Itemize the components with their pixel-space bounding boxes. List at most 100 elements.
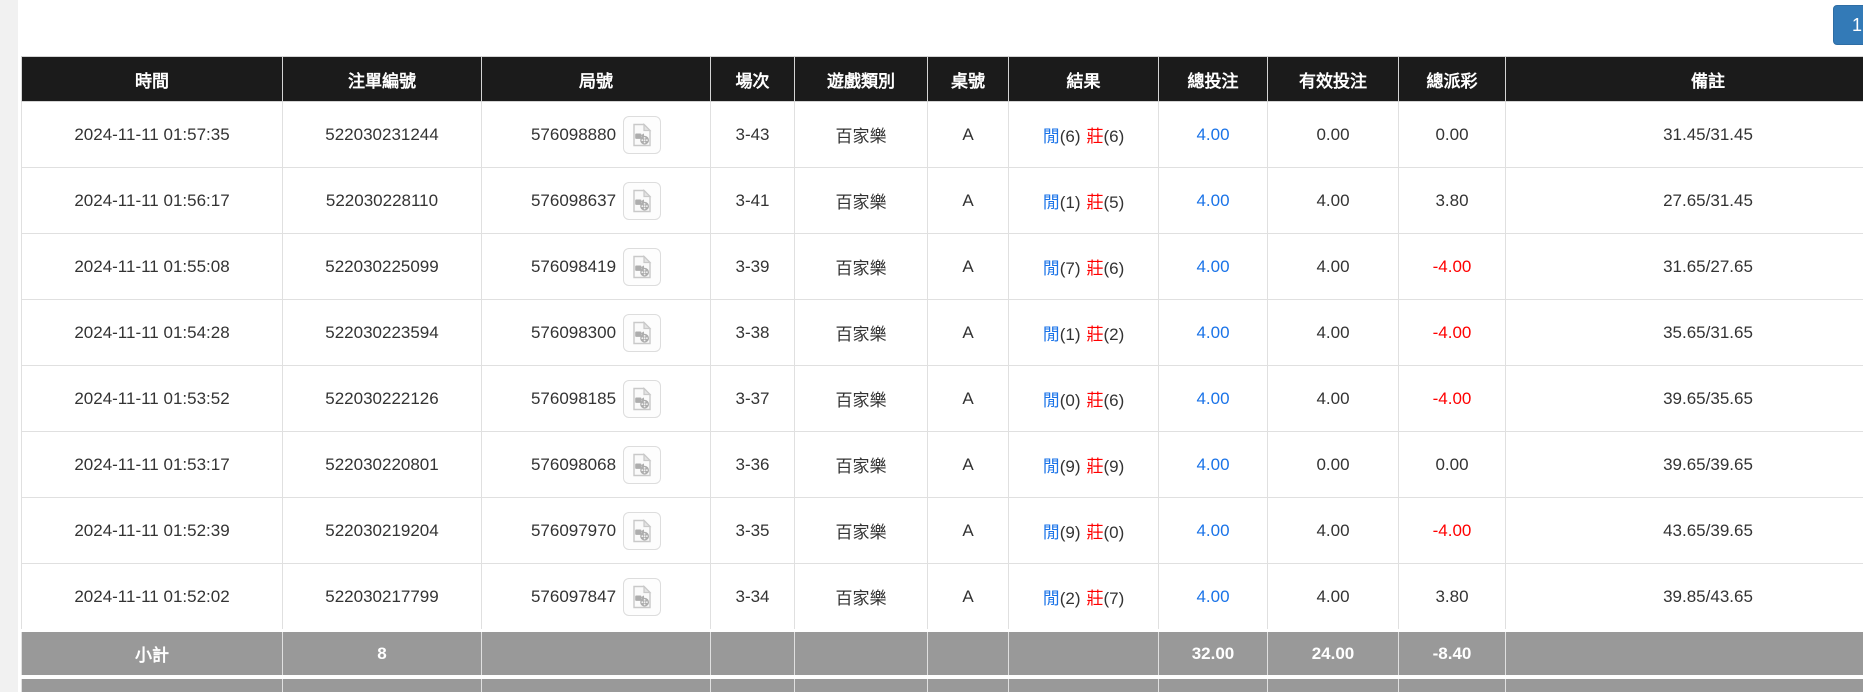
total-bet-link[interactable]: 4.00 bbox=[1196, 587, 1229, 606]
banker-result-score: (7) bbox=[1104, 589, 1125, 608]
banker-result-label: 莊 bbox=[1087, 523, 1104, 542]
video-replay-button[interactable] bbox=[623, 116, 661, 154]
cell-result: 閒(1)莊(2) bbox=[1009, 300, 1159, 366]
cell-result: 閒(7)莊(6) bbox=[1009, 234, 1159, 300]
cell-valid-bet: 4.00 bbox=[1268, 300, 1399, 366]
cell-table-no: A bbox=[928, 432, 1009, 498]
col-remark: 備註 bbox=[1506, 57, 1863, 102]
cell-time: 2024-11-11 01:54:28 bbox=[22, 300, 283, 366]
banker-result-score: (0) bbox=[1104, 523, 1125, 542]
cell-game-type: 百家樂 bbox=[795, 564, 928, 631]
player-result-label: 閒 bbox=[1043, 523, 1060, 542]
table-row: 2024-11-11 01:55:08 522030225099 5760984… bbox=[22, 234, 1863, 300]
video-replay-button[interactable] bbox=[623, 182, 661, 220]
cell-remark: 39.85/43.65 bbox=[1506, 564, 1863, 631]
total-bet-link[interactable]: 4.00 bbox=[1196, 323, 1229, 342]
player-result-score: (9) bbox=[1060, 523, 1081, 542]
cell-session: 3-38 bbox=[711, 300, 795, 366]
player-result-label: 閒 bbox=[1043, 325, 1060, 344]
video-replay-button[interactable] bbox=[623, 446, 661, 484]
cell-payout: 3.80 bbox=[1399, 168, 1506, 234]
cell-payout: -4.00 bbox=[1399, 366, 1506, 432]
cell-payout: 3.80 bbox=[1399, 564, 1506, 631]
banker-result-score: (6) bbox=[1104, 259, 1125, 278]
cell-payout: -4.00 bbox=[1399, 234, 1506, 300]
round-id-text: 576098637 bbox=[531, 191, 616, 211]
cell-total-bet: 4.00 bbox=[1159, 300, 1268, 366]
grand-total-row-clipped bbox=[22, 677, 1863, 692]
cell-time: 2024-11-11 01:57:35 bbox=[22, 102, 283, 168]
subtotal-empty-cell bbox=[928, 631, 1009, 678]
header-row: 時間 注單編號 局號 場次 遊戲類別 桌號 結果 總投注 有效投注 總派彩 備註 bbox=[22, 57, 1863, 102]
cell-game-type: 百家樂 bbox=[795, 300, 928, 366]
col-session: 場次 bbox=[711, 57, 795, 102]
pagination-page-1-button[interactable]: 1 bbox=[1833, 5, 1863, 45]
player-result-score: (9) bbox=[1060, 457, 1081, 476]
banker-result-label: 莊 bbox=[1087, 589, 1104, 608]
banker-result-score: (2) bbox=[1104, 325, 1125, 344]
table-row: 2024-11-11 01:56:17 522030228110 5760986… bbox=[22, 168, 1863, 234]
round-id-text: 576098419 bbox=[531, 257, 616, 277]
cell-game-type: 百家樂 bbox=[795, 234, 928, 300]
subtotal-empty-cell bbox=[482, 631, 711, 678]
cell-round-id: 576098880 bbox=[482, 102, 711, 168]
cell-payout: -4.00 bbox=[1399, 498, 1506, 564]
total-bet-link[interactable]: 4.00 bbox=[1196, 191, 1229, 210]
col-game-type: 遊戲類別 bbox=[795, 57, 928, 102]
subtotal-count: 8 bbox=[283, 631, 482, 678]
cell-table-no: A bbox=[928, 102, 1009, 168]
cell-time: 2024-11-11 01:52:39 bbox=[22, 498, 283, 564]
subtotal-total-bet: 32.00 bbox=[1159, 631, 1268, 678]
subtotal-empty-cell bbox=[1506, 631, 1863, 678]
cell-remark: 39.65/39.65 bbox=[1506, 432, 1863, 498]
total-bet-link[interactable]: 4.00 bbox=[1196, 125, 1229, 144]
video-replay-button[interactable] bbox=[623, 314, 661, 352]
player-result-label: 閒 bbox=[1043, 127, 1060, 146]
cell-round-id: 576098185 bbox=[482, 366, 711, 432]
cell-table-no: A bbox=[928, 300, 1009, 366]
cell-session: 3-35 bbox=[711, 498, 795, 564]
video-replay-button[interactable] bbox=[623, 248, 661, 286]
cell-round-id: 576098068 bbox=[482, 432, 711, 498]
cell-bet-id: 522030228110 bbox=[283, 168, 482, 234]
cell-valid-bet: 0.00 bbox=[1268, 432, 1399, 498]
video-file-icon bbox=[630, 321, 654, 345]
cell-round-id: 576098637 bbox=[482, 168, 711, 234]
cell-bet-id: 522030222126 bbox=[283, 366, 482, 432]
video-replay-button[interactable] bbox=[623, 578, 661, 616]
video-replay-button[interactable] bbox=[623, 512, 661, 550]
cell-session: 3-41 bbox=[711, 168, 795, 234]
cell-time: 2024-11-11 01:52:02 bbox=[22, 564, 283, 631]
total-bet-link[interactable]: 4.00 bbox=[1196, 455, 1229, 474]
cell-bet-id: 522030231244 bbox=[283, 102, 482, 168]
subtotal-valid-bet: 24.00 bbox=[1268, 631, 1399, 678]
subtotal-empty-cell bbox=[1009, 631, 1159, 678]
cell-bet-id: 522030220801 bbox=[283, 432, 482, 498]
player-result-label: 閒 bbox=[1043, 391, 1060, 410]
cell-time: 2024-11-11 01:53:52 bbox=[22, 366, 283, 432]
cell-remark: 31.45/31.45 bbox=[1506, 102, 1863, 168]
cell-session: 3-36 bbox=[711, 432, 795, 498]
cell-total-bet: 4.00 bbox=[1159, 102, 1268, 168]
total-bet-link[interactable]: 4.00 bbox=[1196, 521, 1229, 540]
banker-result-score: (6) bbox=[1104, 127, 1125, 146]
cell-total-bet: 4.00 bbox=[1159, 168, 1268, 234]
round-id-text: 576097847 bbox=[531, 587, 616, 607]
cell-bet-id: 522030223594 bbox=[283, 300, 482, 366]
cell-round-id: 576098300 bbox=[482, 300, 711, 366]
cell-valid-bet: 4.00 bbox=[1268, 498, 1399, 564]
cell-result: 閒(9) 莊(0) bbox=[1009, 498, 1159, 564]
subtotal-empty-cell bbox=[711, 631, 795, 678]
col-total-bet: 總投注 bbox=[1159, 57, 1268, 102]
player-result-score: (7) bbox=[1060, 259, 1081, 278]
banker-result-score: (6) bbox=[1104, 391, 1125, 410]
video-file-icon bbox=[630, 255, 654, 279]
cell-remark: 27.65/31.45 bbox=[1506, 168, 1863, 234]
total-bet-link[interactable]: 4.00 bbox=[1196, 257, 1229, 276]
video-replay-button[interactable] bbox=[623, 380, 661, 418]
cell-table-no: A bbox=[928, 234, 1009, 300]
cell-payout: 0.00 bbox=[1399, 102, 1506, 168]
cell-game-type: 百家樂 bbox=[795, 498, 928, 564]
round-id-text: 576098068 bbox=[531, 455, 616, 475]
total-bet-link[interactable]: 4.00 bbox=[1196, 389, 1229, 408]
